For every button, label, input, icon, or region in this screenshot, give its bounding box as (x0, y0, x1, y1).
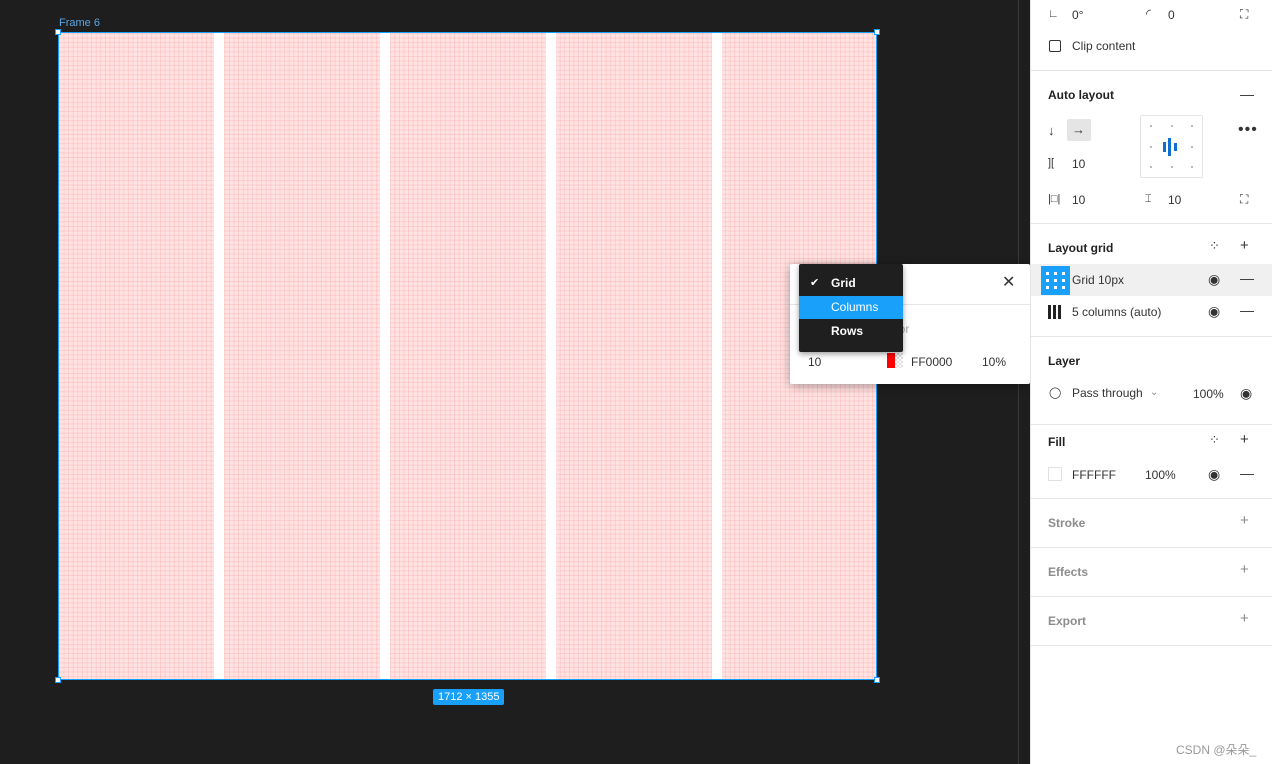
horizontal-padding-icon: |□| (1048, 193, 1061, 205)
align-bar-icon (1163, 142, 1166, 152)
grid-row-label: Grid 10px (1072, 273, 1125, 287)
add-grid-icon[interactable]: + (1240, 238, 1249, 253)
frame[interactable] (58, 32, 877, 680)
size-badge: 1712 × 1355 (433, 689, 505, 705)
grid-icon[interactable] (1041, 266, 1070, 295)
layer-section: Layer ◯ Pass through ⌄ 100% ◉ (1031, 337, 1272, 425)
layout-grid-title: Layout grid (1048, 241, 1114, 255)
eye-icon[interactable]: ◉ (1208, 304, 1220, 318)
column-gutter (214, 33, 224, 679)
grid-type-menu: ✔ Grid Columns Rows (799, 264, 903, 352)
eye-icon[interactable]: ◉ (1208, 467, 1220, 481)
resize-handle-bottom-right[interactable] (874, 677, 880, 683)
resize-handle-bottom-left[interactable] (55, 677, 61, 683)
styles-icon[interactable]: ⁘ (1209, 239, 1220, 253)
spacing-value[interactable]: 10 (1072, 157, 1085, 171)
chevron-down-icon[interactable]: ⌄ (1150, 386, 1158, 400)
add-stroke-icon[interactable]: + (1240, 513, 1249, 528)
fill-opacity[interactable]: 100% (1145, 468, 1176, 482)
menu-item-columns[interactable]: Columns (799, 296, 903, 319)
remove-auto-layout-icon[interactable]: — (1240, 87, 1254, 101)
clip-content-checkbox[interactable] (1049, 40, 1061, 52)
export-section: Export + (1031, 597, 1272, 646)
grid-color-hex[interactable]: FF0000 (911, 355, 952, 369)
check-icon: ✔ (810, 277, 820, 289)
styles-icon[interactable]: ⁘ (1209, 433, 1220, 447)
remove-grid-icon[interactable]: — (1240, 271, 1254, 285)
column-gutter (712, 33, 722, 679)
grid-color-swatch[interactable] (887, 353, 895, 368)
grid-color-opacity[interactable]: 10% (982, 355, 1006, 369)
transform-section: ∟ 0° ◜ 0 ⛶ Clip content (1031, 0, 1272, 71)
watermark: CSDN @朵朵_ (1176, 743, 1257, 757)
layout-grid-section: Layout grid ⁘ + Grid 10px ◉ — 5 columns … (1031, 224, 1272, 337)
export-title: Export (1048, 614, 1087, 628)
menu-item-rows[interactable]: Rows (799, 320, 903, 343)
properties-panel: ∟ 0° ◜ 0 ⛶ Clip content Auto layout — ↓ … (1030, 0, 1272, 764)
grid-row-columns[interactable]: 5 columns (auto) ◉ — (1031, 296, 1272, 328)
columns-row-label: 5 columns (auto) (1072, 305, 1162, 319)
arrow-right-icon: → (1072, 122, 1085, 137)
effects-section: Effects + (1031, 548, 1272, 597)
auto-layout-title: Auto layout (1048, 88, 1114, 102)
vertical-padding-value[interactable]: 10 (1168, 193, 1181, 207)
frame-label[interactable]: Frame 6 (59, 17, 100, 29)
alignment-box[interactable] (1140, 115, 1203, 178)
column-gutter (546, 33, 556, 679)
columns-icon[interactable] (1048, 305, 1062, 319)
clip-content-label: Clip content (1072, 39, 1136, 53)
remove-fill-icon[interactable]: — (1240, 466, 1254, 480)
fill-title: Fill (1048, 435, 1066, 449)
grid-row-grid[interactable]: Grid 10px ◉ — (1031, 264, 1272, 296)
add-export-icon[interactable]: + (1240, 611, 1249, 626)
fill-section: Fill ⁘ + FFFFFF 100% ◉ — (1031, 425, 1272, 499)
horizontal-padding-value[interactable]: 10 (1072, 193, 1085, 207)
corner-radius-icon: ◜ (1146, 6, 1152, 21)
auto-layout-section: Auto layout — ↓ → ••• ][ 10 |□| 10 ⌶ 10 … (1031, 71, 1272, 224)
layer-opacity[interactable]: 100% (1193, 387, 1224, 401)
corner-radius-value[interactable]: 0 (1168, 8, 1175, 22)
remove-grid-icon[interactable]: — (1240, 303, 1254, 317)
rotation-value[interactable]: 0° (1072, 8, 1083, 22)
spacing-icon: ][ (1048, 157, 1055, 169)
direction-horizontal-button[interactable]: → (1067, 119, 1091, 141)
close-icon[interactable]: ✕ (1002, 275, 1015, 291)
resize-handle-top-right[interactable] (874, 29, 880, 35)
arrow-down-icon[interactable]: ↓ (1048, 124, 1055, 138)
independent-corners-icon[interactable]: ⛶ (1240, 7, 1248, 21)
vertical-padding-icon: ⌶ (1145, 193, 1152, 205)
fill-swatch[interactable] (1048, 467, 1062, 481)
effects-title: Effects (1048, 565, 1089, 579)
resize-handle-top-left[interactable] (55, 29, 61, 35)
column-gutter (380, 33, 390, 679)
blend-mode-select[interactable]: Pass through (1072, 386, 1143, 400)
eye-icon[interactable]: ◉ (1208, 272, 1220, 286)
menu-item-grid[interactable]: ✔ Grid (799, 272, 903, 295)
blend-mode-icon: ◯ (1049, 387, 1062, 399)
layer-title: Layer (1048, 354, 1081, 368)
rotation-icon: ∟ (1048, 8, 1059, 20)
grid-color-swatch-transparency (895, 353, 903, 368)
grid-size-input[interactable]: 10 (808, 355, 821, 369)
more-options-icon[interactable]: ••• (1238, 122, 1258, 138)
eye-icon[interactable]: ◉ (1240, 386, 1252, 400)
add-effect-icon[interactable]: + (1240, 562, 1249, 577)
stroke-title: Stroke (1048, 516, 1086, 530)
individual-padding-icon[interactable]: ⛶ (1240, 192, 1248, 206)
stroke-section: Stroke + (1031, 499, 1272, 548)
add-fill-icon[interactable]: + (1240, 432, 1249, 447)
fill-hex[interactable]: FFFFFF (1072, 468, 1116, 482)
